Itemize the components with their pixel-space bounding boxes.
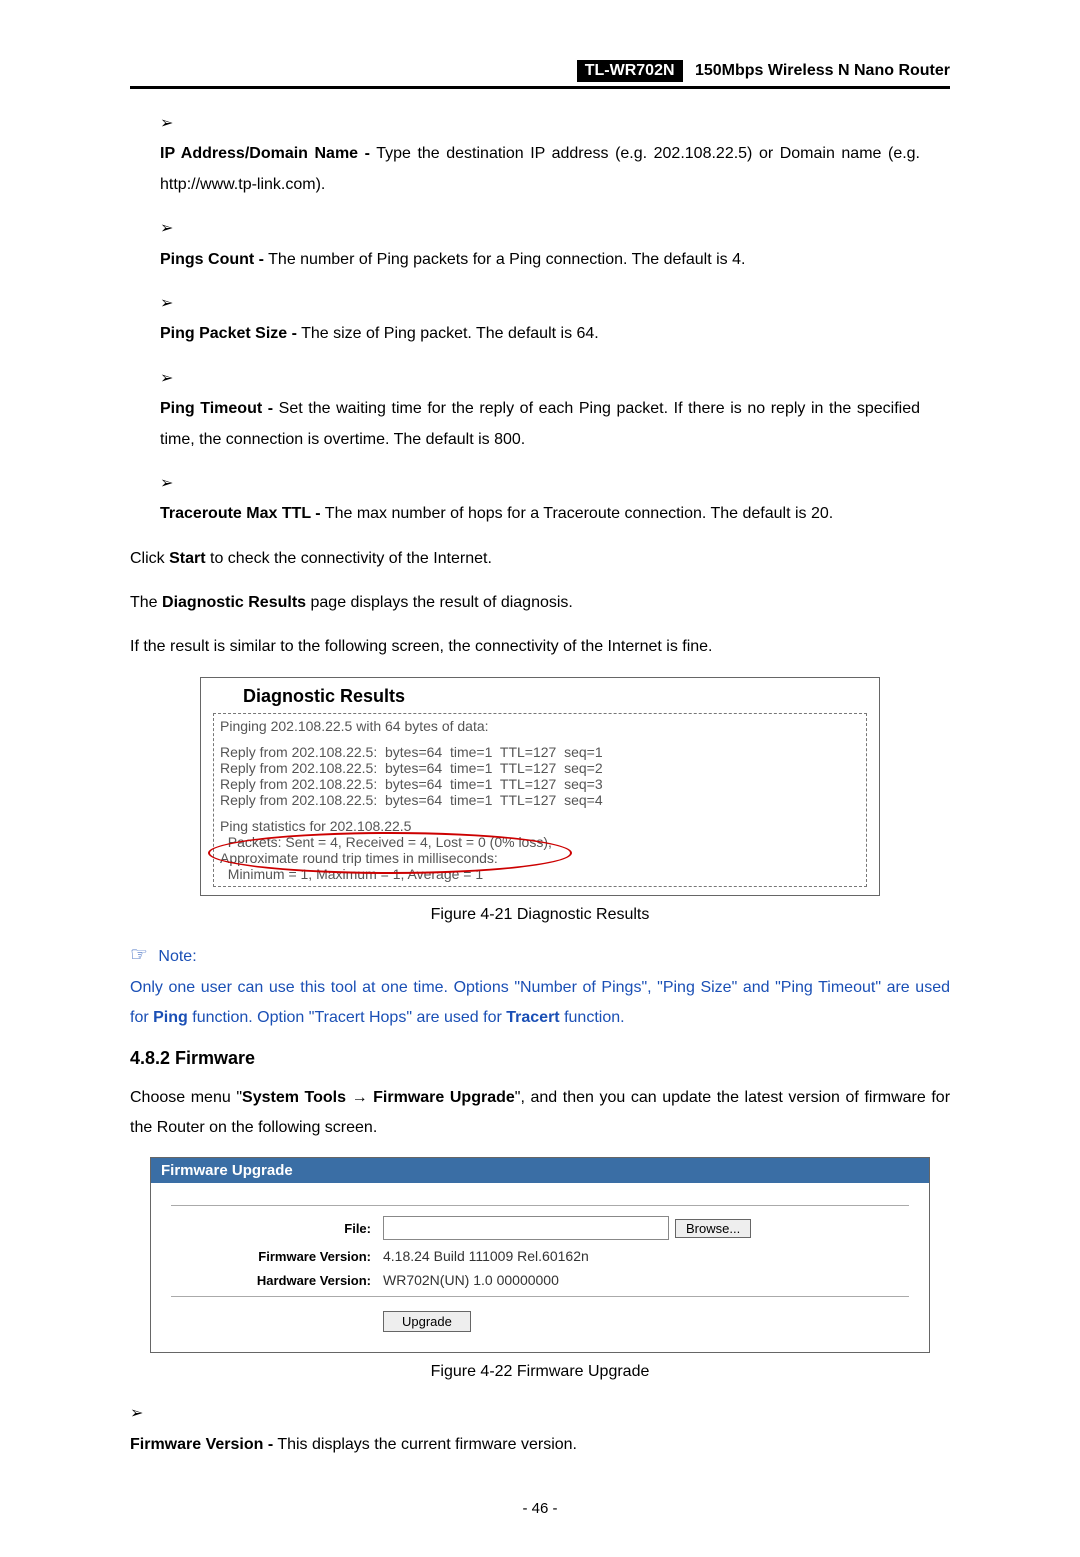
firmware-version-value: 4.18.24 Build 111009 Rel.60162n [383, 1248, 589, 1264]
paragraph: If the result is similar to the followin… [130, 632, 950, 662]
hardware-version-row: Hardware Version: WR702N(UN) 1.0 0000000… [171, 1272, 909, 1288]
file-input[interactable] [383, 1216, 669, 1240]
note-body: Only one user can use this tool at one t… [130, 973, 950, 1034]
pointing-hand-icon: ☞ [130, 944, 148, 966]
text-bold: Start [169, 550, 205, 567]
bullet-item: ➢ Firmware Version - This displays the c… [130, 1399, 950, 1460]
file-label: File: [171, 1221, 383, 1236]
diagnostic-output-box: Pinging 202.108.22.5 with 64 bytes of da… [213, 713, 867, 887]
bullet-arrow-icon: ➢ [160, 364, 186, 394]
bullet-label: Ping Packet Size - [160, 325, 297, 342]
upgrade-row: Upgrade [171, 1296, 909, 1346]
divider [171, 1205, 909, 1206]
bullet-label: IP Address/Domain Name - [160, 145, 370, 162]
bullet-arrow-icon: ➢ [160, 289, 186, 319]
figure-caption: Figure 4-22 Firmware Upgrade [130, 1363, 950, 1381]
page-number: - 46 - [130, 1500, 950, 1517]
text-bold: Diagnostic Results [162, 594, 306, 611]
section-heading: 4.8.2 Firmware [130, 1048, 950, 1069]
bullet-arrow-icon: ➢ [130, 1399, 156, 1429]
text-bold: System Tools [242, 1089, 346, 1106]
bullet-text: Set the waiting time for the reply of ea… [160, 400, 920, 447]
diagnostic-results-figure: Diagnostic Results Pinging 202.108.22.5 … [200, 677, 880, 896]
model-description: 150Mbps Wireless N Nano Router [695, 62, 950, 80]
text-bold: Ping [153, 1009, 188, 1026]
note-label: Note: [158, 948, 196, 965]
bullet-label: Firmware Version - [130, 1436, 273, 1453]
text: The [130, 594, 162, 611]
firmware-upgrade-figure: Firmware Upgrade File: Browse... Firmwar… [150, 1157, 930, 1353]
paragraph: Click Start to check the connectivity of… [130, 544, 950, 574]
bullet-item: ➢ Traceroute Max TTL - The max number of… [160, 469, 950, 530]
page-header: TL-WR702N 150Mbps Wireless N Nano Router [130, 60, 950, 89]
browse-button[interactable]: Browse... [675, 1219, 751, 1238]
arrow-icon: → [346, 1089, 373, 1106]
file-row: File: Browse... [171, 1216, 909, 1240]
diag-line: Reply from 202.108.22.5: bytes=64 time=1… [220, 792, 860, 808]
diag-line: Pinging 202.108.22.5 with 64 bytes of da… [220, 718, 860, 734]
text-bold: Firmware Upgrade [373, 1089, 515, 1106]
paragraph: Choose menu "System Tools → Firmware Upg… [130, 1083, 950, 1144]
bullet-arrow-icon: ➢ [160, 469, 186, 499]
hardware-version-value: WR702N(UN) 1.0 00000000 [383, 1272, 559, 1288]
bullet-text: The size of Ping packet. The default is … [297, 325, 599, 342]
firmware-version-row: Firmware Version: 4.18.24 Build 111009 R… [171, 1248, 909, 1264]
bullet-item: ➢ Ping Packet Size - The size of Ping pa… [160, 289, 950, 350]
diag-line: Packets: Sent = 4, Received = 4, Lost = … [220, 834, 860, 850]
bullet-label: Ping Timeout - [160, 400, 273, 417]
bullet-text: The max number of hops for a Traceroute … [321, 505, 834, 522]
diag-line: Reply from 202.108.22.5: bytes=64 time=1… [220, 744, 860, 760]
note-heading: ☞ Note: [130, 942, 950, 967]
text: Choose menu " [130, 1089, 242, 1106]
upgrade-button[interactable]: Upgrade [383, 1311, 471, 1332]
text-bold: Tracert [506, 1009, 559, 1026]
firmware-upgrade-title: Firmware Upgrade [151, 1158, 929, 1183]
bullet-arrow-icon: ➢ [160, 109, 186, 139]
diag-line: Reply from 202.108.22.5: bytes=64 time=1… [220, 776, 860, 792]
bullet-label: Pings Count - [160, 251, 264, 268]
model-badge: TL-WR702N [577, 60, 683, 82]
bullet-text: This displays the current firmware versi… [273, 1436, 577, 1453]
diag-line: Reply from 202.108.22.5: bytes=64 time=1… [220, 760, 860, 776]
text: page displays the result of diagnosis. [306, 594, 573, 611]
firmware-version-label: Firmware Version: [171, 1249, 383, 1264]
document-page: TL-WR702N 150Mbps Wireless N Nano Router… [0, 0, 1080, 1557]
diag-line: Approximate round trip times in millisec… [220, 850, 860, 866]
text: to check the connectivity of the Interne… [206, 550, 492, 567]
figure-caption: Figure 4-21 Diagnostic Results [130, 906, 950, 924]
paragraph: The Diagnostic Results page displays the… [130, 588, 950, 618]
diag-line: Minimum = 1, Maximum = 1, Average = 1 [220, 866, 860, 882]
bullet-item: ➢ IP Address/Domain Name - Type the dest… [160, 109, 950, 200]
bullet-arrow-icon: ➢ [160, 214, 186, 244]
text: Click [130, 550, 169, 567]
bullet-label: Traceroute Max TTL - [160, 505, 321, 522]
bullet-text: The number of Ping packets for a Ping co… [264, 251, 745, 268]
diagnostic-results-title: Diagnostic Results [213, 686, 867, 707]
bullet-item: ➢ Pings Count - The number of Ping packe… [160, 214, 950, 275]
text: function. [560, 1009, 625, 1026]
text: function. Option "Tracert Hops" are used… [188, 1009, 506, 1026]
diag-line: Ping statistics for 202.108.22.5 [220, 818, 860, 834]
hardware-version-label: Hardware Version: [171, 1273, 383, 1288]
bullet-item: ➢ Ping Timeout - Set the waiting time fo… [160, 364, 950, 455]
